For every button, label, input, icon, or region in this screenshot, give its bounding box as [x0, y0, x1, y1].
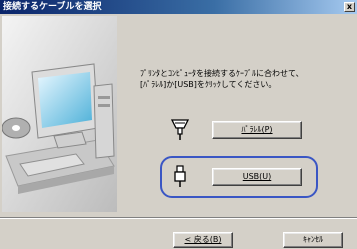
cancel-button[interactable]: ｷｬﾝｾﾙ	[283, 232, 343, 248]
close-button[interactable]: x	[344, 2, 355, 12]
usb-button[interactable]: USB(U)	[212, 168, 302, 186]
computer-illustration-icon	[2, 16, 117, 212]
window-title: 接続するケーブルを選択	[3, 2, 102, 12]
footer-divider	[0, 217, 357, 219]
instruction-text: ﾌﾟﾘﾝﾀとｺﾝﾋﾟｭｰﾀを接続するｹｰﾌﾞﾙに合わせて、 [ﾊﾟﾗﾚﾙ]か[U…	[140, 69, 304, 89]
dialog-body: ﾌﾟﾘﾝﾀとｺﾝﾋﾟｭｰﾀを接続するｹｰﾌﾞﾙに合わせて、 [ﾊﾟﾗﾚﾙ]か[U…	[0, 14, 357, 249]
parallel-connector-icon	[170, 118, 190, 144]
title-bar: 接続するケーブルを選択 x	[0, 0, 357, 14]
back-button[interactable]: < 戻る(B)	[173, 232, 233, 248]
usb-connector-icon	[174, 165, 186, 191]
computer-illustration	[2, 16, 117, 212]
parallel-button[interactable]: ﾊﾟﾗﾚﾙ(P)	[212, 121, 302, 139]
